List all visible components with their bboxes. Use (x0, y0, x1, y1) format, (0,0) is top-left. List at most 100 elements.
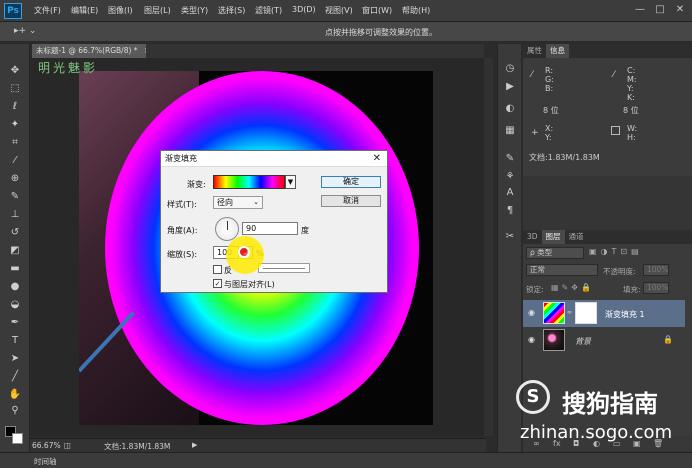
status-doc-info: 文档:1.83M/1.83M (104, 442, 171, 451)
gradient-dropdown-arrow-icon[interactable]: ▼ (285, 175, 296, 189)
layer-mask-thumbnail[interactable] (575, 302, 597, 324)
background-color-swatch[interactable] (12, 433, 23, 444)
menu-file[interactable]: 文件(F) (34, 5, 61, 16)
tab-channels[interactable]: 通道 (565, 230, 588, 244)
layer-filter-icons[interactable]: ▣◑T⊡▤ (589, 247, 643, 256)
reverse-checkbox[interactable] (213, 265, 222, 274)
menu-view[interactable]: 视图(V) (325, 5, 353, 16)
tab-properties[interactable]: 属性 (523, 44, 546, 58)
status-icon: ◫ (64, 441, 72, 450)
menu-type[interactable]: 类型(Y) (181, 5, 208, 16)
angle-input[interactable]: 90 (242, 222, 298, 235)
magic-wand-icon[interactable]: ✦ (7, 118, 23, 131)
style-select[interactable]: 径向 ⌄ (213, 196, 263, 209)
vertical-scrollbar[interactable] (484, 58, 493, 436)
timeline-label[interactable]: 时间轴 (34, 456, 57, 467)
menu-3d[interactable]: 3D(D) (292, 5, 316, 14)
document-tab[interactable]: 未标题-1 @ 66.7%(RGB/8) * × (32, 44, 146, 58)
menu-filter[interactable]: 滤镜(T) (255, 5, 282, 16)
sogou-url-text: zhinan.sogo.com (520, 422, 673, 443)
info-y-coord-label: Y: (545, 133, 552, 142)
move-icon[interactable]: ✥ (7, 64, 23, 77)
eyedropper-icon[interactable]: ⁄ (7, 154, 23, 167)
eyedropper-icon: ⁄ (613, 70, 615, 80)
layer-name[interactable]: 背景 (575, 336, 591, 347)
sogou-watermark: S 搜狗指南 zhinan.sogo.com (508, 378, 692, 450)
chevron-down-icon: ⌄ (253, 198, 259, 206)
maximize-button[interactable]: □ (650, 2, 670, 18)
clone-source-icon[interactable]: ⚘ (502, 170, 518, 184)
move-tool-preset-icon[interactable]: ▸+ ⌄ (14, 26, 36, 36)
brush-icon[interactable]: ✎ (7, 190, 23, 203)
menu-edit[interactable]: 编辑(E) (71, 5, 98, 16)
tab-info[interactable]: 信息 (546, 44, 569, 58)
layer-row-gradient-fill[interactable]: ◉ ∞ 渐变填充 1 (523, 300, 685, 327)
fill-input[interactable]: 100% (643, 282, 669, 294)
history-panel-icon[interactable]: ◷ (502, 62, 518, 76)
info-r-label: R: (545, 66, 554, 75)
healing-icon[interactable]: ⊕ (7, 172, 23, 185)
opacity-input[interactable]: 100% (643, 264, 669, 276)
watermark-text: 明光魅影 (38, 61, 99, 75)
eraser-icon[interactable]: ◩ (7, 244, 23, 257)
menu-layer[interactable]: 图层(L) (144, 5, 171, 16)
dodge-icon[interactable]: ◒ (7, 298, 23, 311)
marquee-icon[interactable]: ⬚ (7, 82, 23, 95)
info-y-label: Y: (627, 84, 634, 93)
scale-slider-popup[interactable] (258, 263, 310, 273)
gradient-fill-thumbnail[interactable] (543, 302, 565, 324)
type-icon[interactable]: T (7, 334, 23, 347)
info-g-label: G: (545, 75, 554, 84)
adjustments-panel-icon[interactable]: ◐ (502, 102, 518, 116)
menu-select[interactable]: 选择(S) (218, 5, 245, 16)
ok-button[interactable]: 确定 (321, 176, 381, 188)
pen-icon[interactable]: ✒ (7, 316, 23, 329)
zoom-level[interactable]: 66.67% (32, 441, 61, 450)
tab-3d[interactable]: 3D (523, 230, 542, 244)
layer-filter-select[interactable]: ρ 类型 (526, 247, 584, 259)
minimize-button[interactable]: — (630, 2, 650, 18)
align-with-layer-checkbox[interactable]: ✓ (213, 279, 222, 288)
photoshop-logo: Ps (4, 3, 22, 19)
cancel-button[interactable]: 取消 (321, 195, 381, 207)
info-bit-depth-right: 8 位 (623, 106, 639, 115)
lasso-icon[interactable]: ℓ (7, 100, 23, 113)
blend-mode-select[interactable]: 正常 (526, 264, 598, 276)
layer-name[interactable]: 渐变填充 1 (605, 309, 645, 320)
styles-panel-icon[interactable]: ▦ (502, 124, 518, 138)
document-tab-label: 未标题-1 @ 66.7%(RGB/8) * (36, 46, 138, 55)
tab-layers[interactable]: 图层 (541, 230, 565, 244)
crosshair-icon: + (531, 128, 539, 138)
paragraph-panel-icon[interactable]: ¶ (502, 204, 518, 218)
tools-panel-icon[interactable]: ✂ (502, 230, 518, 244)
menu-help[interactable]: 帮助(H) (402, 5, 430, 16)
crop-icon[interactable]: ⌗ (7, 136, 23, 149)
brush-panel-icon[interactable]: ✎ (502, 152, 518, 166)
blur-icon[interactable]: ● (7, 280, 23, 293)
close-window-button[interactable]: ✕ (670, 2, 690, 18)
options-bar: ▸+ ⌄ 点按并拖移可调整效果的位置。 (0, 22, 692, 42)
lock-icons[interactable]: ▦✎✥🔒 (551, 283, 594, 292)
character-panel-icon[interactable]: A (502, 186, 518, 200)
layer-row-background[interactable]: ◉ 背景 🔒 (523, 327, 685, 354)
gradient-icon[interactable]: ▬ (7, 262, 23, 275)
info-m-label: M: (627, 75, 637, 84)
chain-link-icon[interactable]: ∞ (567, 309, 572, 316)
gradient-picker-swatch[interactable] (213, 175, 285, 189)
actions-panel-icon[interactable]: ▶ (502, 80, 518, 94)
menu-image[interactable]: 图像(I) (108, 5, 133, 16)
path-select-icon[interactable]: ➤ (7, 352, 23, 365)
zoom-icon[interactable]: ⚲ (7, 404, 23, 417)
visibility-eye-icon[interactable]: ◉ (528, 308, 535, 317)
history-brush-icon[interactable]: ↺ (7, 226, 23, 239)
shape-icon[interactable]: ╱ (7, 370, 23, 383)
sogou-brand-text: 搜狗指南 (562, 390, 658, 418)
hand-icon[interactable]: ✋ (7, 388, 23, 401)
stamp-icon[interactable]: ⊥ (7, 208, 23, 221)
status-menu-arrow[interactable]: ▶ (192, 441, 197, 449)
dialog-close-button[interactable]: ✕ (373, 151, 381, 167)
background-thumbnail[interactable] (543, 329, 565, 351)
visibility-eye-icon[interactable]: ◉ (528, 335, 535, 344)
angle-label: 角度(A): (167, 226, 198, 235)
menu-window[interactable]: 窗口(W) (362, 5, 392, 16)
